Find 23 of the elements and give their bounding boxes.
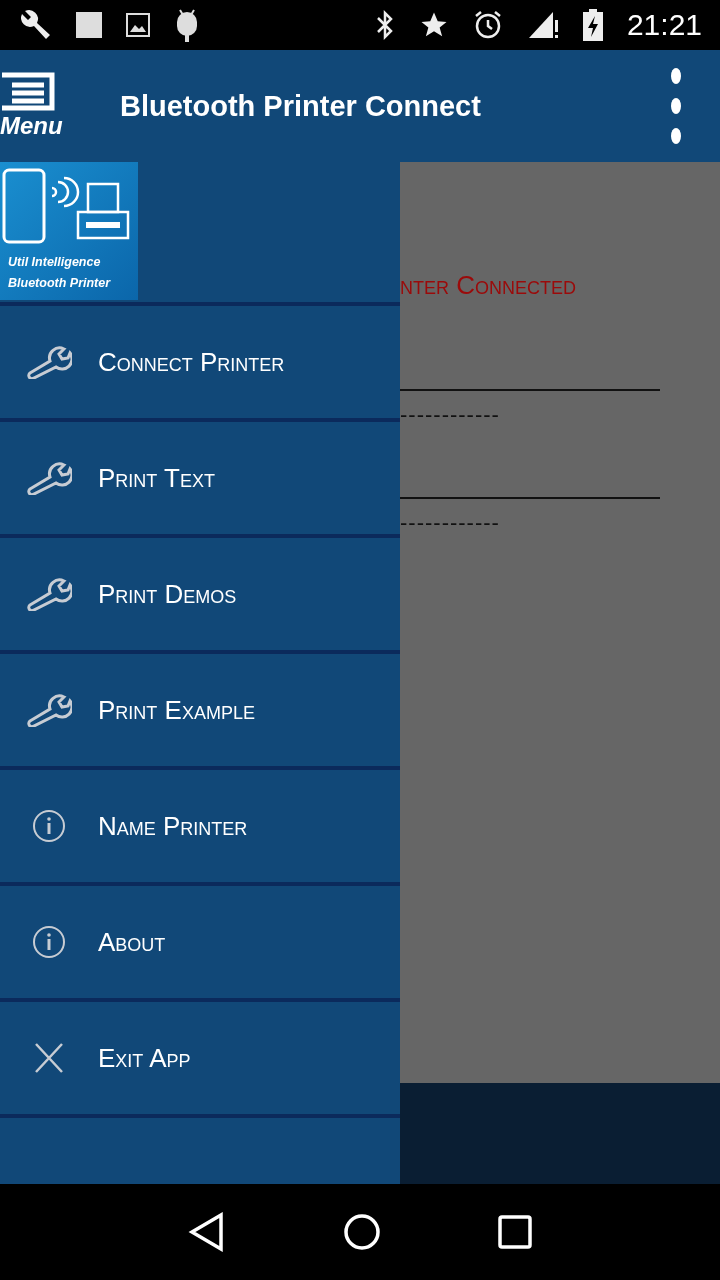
app-logo: Util Intelligence Bluetooth Printer <box>0 162 138 300</box>
home-icon[interactable] <box>342 1212 382 1252</box>
signal-icon <box>526 10 559 40</box>
square-icon <box>76 12 102 38</box>
wrench-icon <box>18 8 52 42</box>
battery-icon <box>582 9 603 41</box>
overflow-menu-icon[interactable] <box>670 68 682 144</box>
android-icon <box>174 8 200 42</box>
wrench-icon <box>26 461 72 495</box>
recents-icon[interactable] <box>496 1214 533 1250</box>
wrench-icon <box>26 693 72 727</box>
menu-button[interactable]: Menu <box>0 56 72 156</box>
dashed-separator: ------------ <box>400 511 501 535</box>
bluetooth-icon <box>374 9 395 41</box>
connection-status: nter Connected <box>400 270 577 301</box>
dashed-separator: ------------ <box>400 403 501 427</box>
wrench-icon <box>26 345 72 379</box>
clock-time: 21:21 <box>626 8 702 42</box>
wrench-icon <box>26 577 72 611</box>
image-icon <box>126 13 150 37</box>
phone-printer-icon <box>2 168 130 244</box>
menu-icon <box>0 72 56 112</box>
app-title: Bluetooth Printer Connect <box>120 89 482 123</box>
